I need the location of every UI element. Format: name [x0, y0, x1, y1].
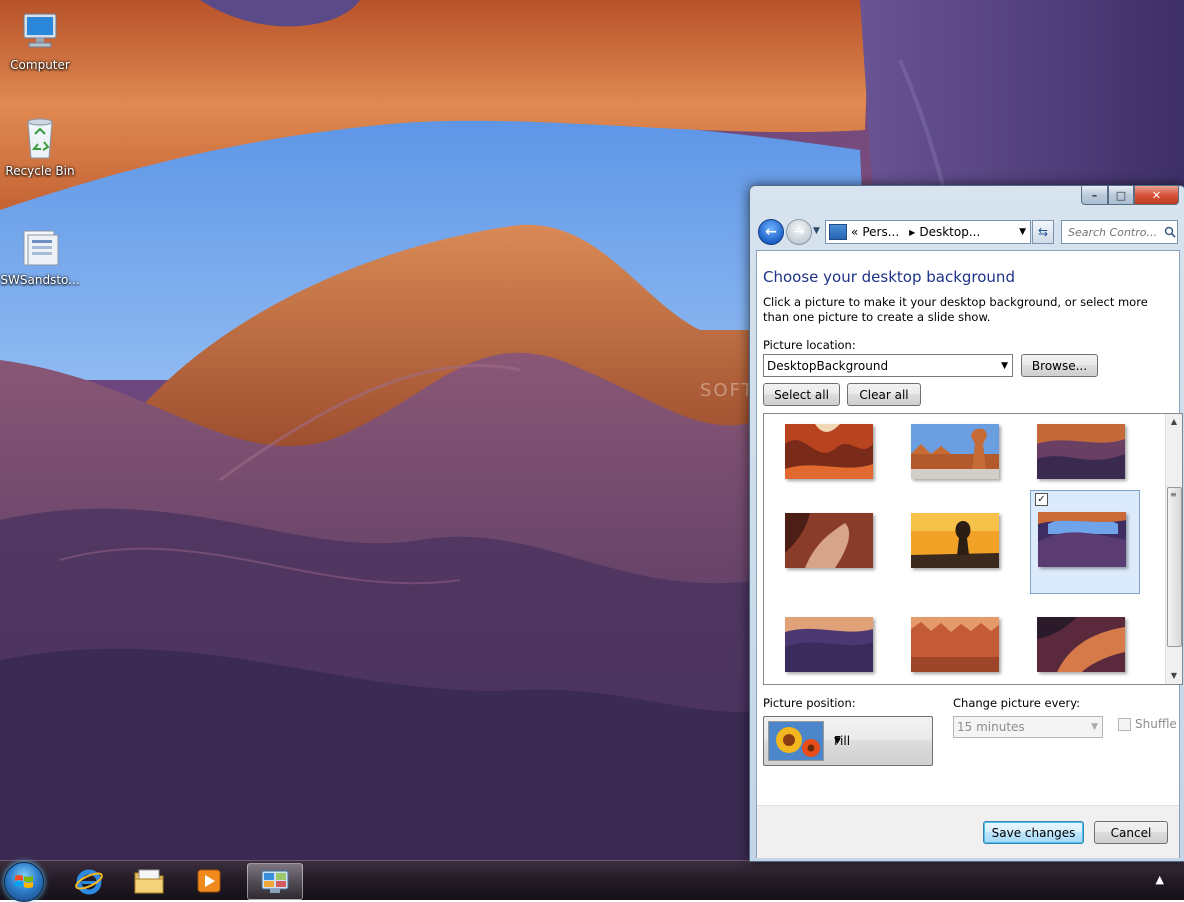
- picture-location-value: DesktopBackground: [767, 358, 889, 373]
- personalization-window: – □ ✕ ← → ▼ « Pers... ▶ Desktop... ▼ ⇆ C…: [749, 185, 1184, 862]
- scroll-up-icon[interactable]: ▲: [1166, 414, 1182, 430]
- computer-icon: [18, 10, 62, 54]
- address-bar[interactable]: « Pers... ▶ Desktop... ▼: [825, 220, 1031, 244]
- dialog-footer: Save changes Cancel: [757, 805, 1179, 858]
- chevron-down-icon: ▼: [1001, 360, 1008, 371]
- breadcrumb-separator-icon[interactable]: ▶: [909, 228, 915, 237]
- thumbnail-image: [911, 424, 999, 479]
- gallery-item[interactable]: [902, 490, 1010, 592]
- document-icon: [18, 225, 62, 269]
- taskbar-explorer[interactable]: [122, 863, 176, 898]
- desktop-icon-label: Recycle Bin: [5, 164, 75, 178]
- tray-chevron-icon[interactable]: ▲: [1156, 873, 1164, 886]
- shuffle-checkbox-box[interactable]: [1118, 717, 1131, 731]
- media-player-icon: [197, 869, 221, 892]
- recent-pages-chevron-down-icon[interactable]: ▼: [813, 226, 820, 236]
- thumbnail-image: [785, 513, 873, 568]
- shuffle-label: Shuffle: [1135, 717, 1177, 731]
- page-description: Click a picture to make it your desktop …: [763, 295, 1148, 324]
- change-picture-select[interactable]: 15 minutes ▼: [953, 716, 1103, 738]
- folder-icon: [134, 869, 164, 893]
- back-button[interactable]: ←: [758, 219, 784, 245]
- cancel-button[interactable]: Cancel: [1094, 821, 1168, 844]
- change-picture-value: 15 minutes: [957, 720, 1025, 734]
- thumbnail-image: [911, 513, 999, 568]
- taskbar-media-player[interactable]: [182, 863, 236, 898]
- gallery-item[interactable]: [776, 490, 884, 592]
- recycle-bin-icon: [18, 116, 62, 160]
- gallery-item-selected[interactable]: ✓: [1030, 490, 1140, 594]
- desktop-icon-swsandstone[interactable]: SWSandsto...: [0, 225, 80, 287]
- gallery-item[interactable]: [1028, 596, 1136, 684]
- address-chevron-down-icon[interactable]: ▼: [1019, 227, 1026, 237]
- search-icon[interactable]: [1164, 226, 1176, 238]
- refresh-button[interactable]: ⇆: [1032, 220, 1054, 244]
- gallery-item[interactable]: [902, 596, 1010, 684]
- clear-all-button[interactable]: Clear all: [847, 383, 921, 406]
- taskbar-internet-explorer[interactable]: [62, 863, 116, 898]
- browse-button[interactable]: Browse...: [1021, 354, 1098, 377]
- desktop-icon-recycle-bin[interactable]: Recycle Bin: [0, 116, 80, 178]
- taskbar-control-panel[interactable]: [247, 863, 303, 900]
- forward-button[interactable]: →: [786, 219, 812, 245]
- thumbnail-image: [1037, 424, 1125, 479]
- chevron-down-icon: ▼: [834, 736, 841, 746]
- save-changes-button[interactable]: Save changes: [983, 821, 1084, 844]
- thumbnail-image: [1037, 617, 1125, 672]
- change-picture-label: Change picture every:: [953, 696, 1081, 710]
- chevron-down-icon: ▼: [1091, 722, 1098, 732]
- picture-location-label: Picture location:: [763, 338, 856, 352]
- taskbar: ▲: [0, 860, 1184, 902]
- select-all-button[interactable]: Select all: [763, 383, 840, 406]
- window-controls: – □ ✕: [1081, 186, 1179, 205]
- shuffle-checkbox[interactable]: Shuffle: [1118, 717, 1177, 731]
- search-box[interactable]: [1061, 220, 1178, 244]
- scroll-down-icon[interactable]: ▼: [1166, 668, 1182, 684]
- thumbnail-image: [785, 424, 873, 479]
- gallery-scrollbar[interactable]: ▲ ≡ ▼: [1165, 414, 1182, 684]
- thumbnail-checkbox[interactable]: ✓: [1035, 493, 1048, 506]
- desktop-icon-label: SWSandsto...: [0, 273, 80, 287]
- windows-logo-icon: [15, 875, 33, 888]
- breadcrumb-desktop-background[interactable]: Desktop...: [919, 225, 980, 239]
- gallery-item[interactable]: [776, 596, 884, 684]
- internet-explorer-icon: [75, 869, 103, 894]
- search-input[interactable]: [1066, 224, 1162, 240]
- content-pane: Choose your desktop background Click a p…: [756, 250, 1183, 858]
- page-title: Choose your desktop background: [763, 268, 1015, 286]
- picture-position-label: Picture position:: [763, 696, 856, 710]
- maximize-button[interactable]: □: [1108, 186, 1134, 205]
- breadcrumb-personalization[interactable]: Pers...: [862, 225, 899, 239]
- picture-position-select[interactable]: Fill ▼: [763, 716, 933, 766]
- scrollbar-thumb[interactable]: [1167, 487, 1182, 647]
- address-overflow[interactable]: «: [851, 225, 858, 239]
- close-button[interactable]: ✕: [1134, 186, 1179, 205]
- desktop-icon-computer[interactable]: Computer: [0, 10, 80, 72]
- minimize-button[interactable]: –: [1081, 186, 1108, 205]
- thumbnail-image: [1038, 512, 1126, 567]
- picture-location-select[interactable]: DesktopBackground ▼: [763, 354, 1013, 377]
- flower-preview-icon: [768, 721, 824, 761]
- thumbnail-image: [785, 617, 873, 672]
- control-panel-icon: [829, 224, 847, 240]
- thumbnail-image: [911, 617, 999, 672]
- personalization-icon: [261, 870, 289, 893]
- desktop-icon-label: Computer: [10, 58, 70, 72]
- start-button[interactable]: [4, 862, 44, 902]
- scroll-grip-icon: ≡: [1170, 490, 1177, 499]
- picture-gallery: ✓ ▲ ≡ ▼: [763, 413, 1183, 685]
